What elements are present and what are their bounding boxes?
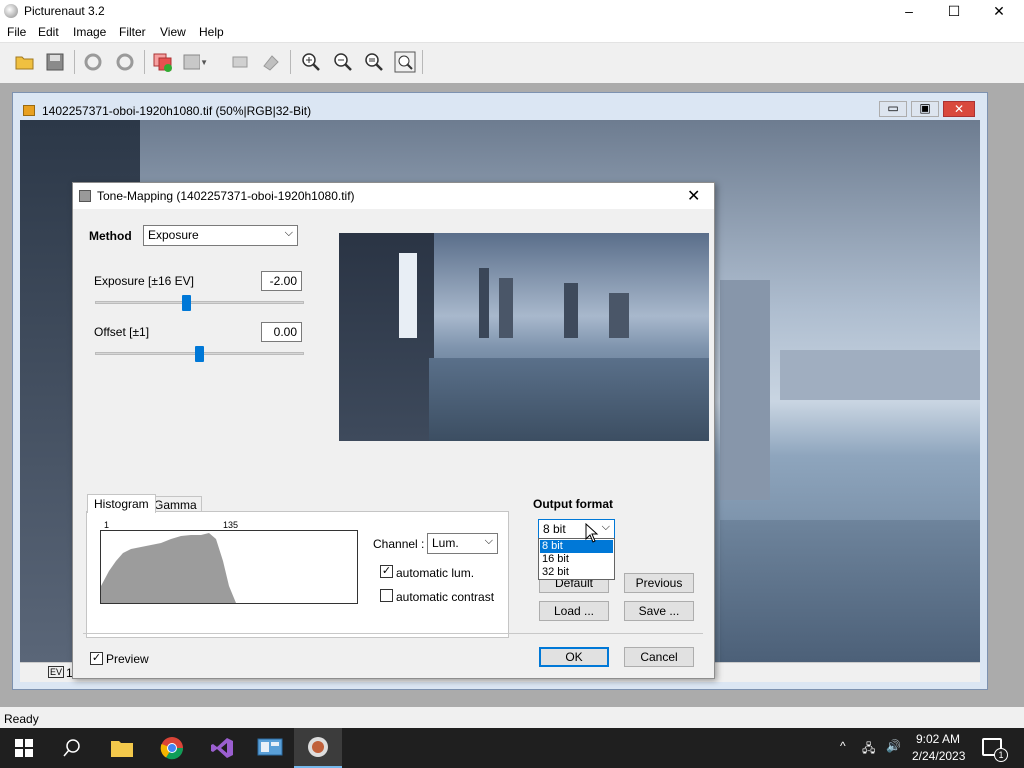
menu-view[interactable]: View xyxy=(158,25,188,39)
tone-mapping-dialog: Tone-Mapping (1402257371-oboi-1920h1080.… xyxy=(72,182,715,679)
app-titlebar: Picturenaut 3.2 – ☐ ✕ xyxy=(0,0,1024,23)
auto-contrast-label: automatic contrast xyxy=(396,590,495,604)
preview-label: Preview xyxy=(106,652,149,666)
channel-label: Channel : xyxy=(373,537,425,551)
exposure-input[interactable] xyxy=(261,271,302,291)
toolbar: ▼ xyxy=(0,44,1024,82)
close-button[interactable]: ✕ xyxy=(976,0,1022,23)
histogram-max-label: 135 xyxy=(223,520,239,530)
output-format-label: Output format xyxy=(533,497,613,511)
histogram-chart xyxy=(100,530,358,604)
zoom-in-icon[interactable] xyxy=(298,49,324,75)
chrome-icon[interactable] xyxy=(148,728,196,768)
offset-label: Offset [±1] xyxy=(94,325,150,339)
redo-icon[interactable] xyxy=(112,49,138,75)
chevron-down-icon: ⌵ xyxy=(484,535,493,547)
dialog-titlebar: Tone-Mapping (1402257371-oboi-1920h1080.… xyxy=(73,183,714,209)
control-panel-icon[interactable] xyxy=(246,728,294,768)
image-window-controls: ▭ ▣ ✕ xyxy=(879,101,975,117)
auto-lum-label: automatic lum. xyxy=(396,566,475,580)
clock-time[interactable]: 9:02 AM xyxy=(916,732,960,746)
app-icon xyxy=(4,4,18,18)
offset-input[interactable] xyxy=(261,322,302,342)
output-format-value: 8 bit xyxy=(543,522,566,536)
exposure-label: Exposure [±16 EV] xyxy=(94,274,194,288)
cancel-button[interactable]: Cancel xyxy=(624,647,694,667)
dialog-title: Tone-Mapping (1402257371-oboi-1920h1080.… xyxy=(97,189,355,203)
status-text: Ready xyxy=(4,712,39,726)
save-button[interactable]: Save ... xyxy=(624,601,694,621)
output-format-select[interactable]: 8 bit ⌵ xyxy=(538,519,615,540)
exposure-slider-track[interactable] xyxy=(95,301,304,304)
volume-icon[interactable]: 🔊 xyxy=(886,739,901,753)
menu-bar: File Edit Image Filter View Help xyxy=(0,23,1024,43)
chevron-down-icon: ⌵ xyxy=(601,521,610,533)
tray-chevron-icon[interactable]: ^ xyxy=(840,739,846,753)
crop-icon[interactable] xyxy=(228,49,254,75)
taskbar: ^ 🖧 🔊 9:02 AM 2/24/2023 1 xyxy=(0,728,1024,768)
clock-date[interactable]: 2/24/2023 xyxy=(912,749,965,763)
save-icon[interactable] xyxy=(42,49,68,75)
undo-icon[interactable] xyxy=(80,49,106,75)
search-icon[interactable] xyxy=(48,728,96,768)
zoom-fit-icon[interactable] xyxy=(361,49,387,75)
network-icon[interactable]: 🖧 xyxy=(862,739,875,760)
menu-file[interactable]: File xyxy=(5,25,28,39)
child-minimize-button[interactable]: ▭ xyxy=(879,101,907,117)
load-button[interactable]: Load ... xyxy=(539,601,609,621)
dialog-close-button[interactable]: ✕ xyxy=(687,186,700,206)
start-icon[interactable] xyxy=(0,728,48,768)
auto-contrast-checkbox[interactable] xyxy=(380,589,393,602)
tif-file-icon xyxy=(23,105,35,116)
method-select[interactable]: Exposure ⌵ xyxy=(143,225,298,246)
ok-button[interactable]: OK xyxy=(539,647,609,667)
exposure-slider-thumb[interactable] xyxy=(182,295,191,311)
zoom-out-icon[interactable] xyxy=(330,49,356,75)
menu-help[interactable]: Help xyxy=(197,25,226,39)
notification-badge: 1 xyxy=(994,748,1008,762)
tone-mapping-preview xyxy=(339,233,709,441)
output-option-8bit[interactable]: 8 bit xyxy=(540,540,613,553)
channel-value: Lum. xyxy=(432,536,459,550)
image-window-title: 1402257371-oboi-1920h1080.tif (50%|RGB|3… xyxy=(42,104,312,118)
minimize-button[interactable]: – xyxy=(886,0,932,23)
tab-histogram[interactable]: Histogram xyxy=(87,494,156,513)
zoom-actual-icon[interactable] xyxy=(392,49,418,75)
dialog-icon xyxy=(79,190,91,202)
ev-label: EV xyxy=(48,666,65,678)
mouse-cursor-icon xyxy=(585,522,599,546)
menu-filter[interactable]: Filter xyxy=(117,25,148,39)
file-explorer-icon[interactable] xyxy=(98,728,146,768)
channel-select[interactable]: Lum. ⌵ xyxy=(427,533,498,554)
adjust-icon[interactable]: ▼ xyxy=(182,49,208,75)
output-option-16bit[interactable]: 16 bit xyxy=(540,553,613,566)
open-folder-icon[interactable] xyxy=(12,49,38,75)
previous-button[interactable]: Previous xyxy=(624,573,694,593)
preview-checkbox[interactable]: ✓ xyxy=(90,652,103,665)
histogram-min-label: 1 xyxy=(104,520,110,530)
visual-studio-icon[interactable] xyxy=(198,728,246,768)
rotate-icon[interactable] xyxy=(258,49,284,75)
maximize-button[interactable]: ☐ xyxy=(931,0,977,23)
layers-icon[interactable] xyxy=(150,49,176,75)
menu-image[interactable]: Image xyxy=(71,25,108,39)
method-label: Method xyxy=(89,229,132,243)
picturenaut-icon[interactable] xyxy=(294,728,342,768)
output-option-32bit[interactable]: 32 bit xyxy=(540,566,613,579)
method-value: Exposure xyxy=(148,228,199,242)
menu-edit[interactable]: Edit xyxy=(36,25,61,39)
chevron-down-icon: ⌵ xyxy=(284,227,293,239)
app-title: Picturenaut 3.2 xyxy=(24,4,105,18)
child-maximize-button[interactable]: ▣ xyxy=(911,101,939,117)
status-bar: Ready xyxy=(0,708,1024,728)
offset-slider-thumb[interactable] xyxy=(195,346,204,362)
output-format-dropdown: 8 bit 16 bit 32 bit xyxy=(538,538,615,580)
child-close-button[interactable]: ✕ xyxy=(943,101,975,117)
auto-lum-checkbox[interactable]: ✓ xyxy=(380,565,393,578)
